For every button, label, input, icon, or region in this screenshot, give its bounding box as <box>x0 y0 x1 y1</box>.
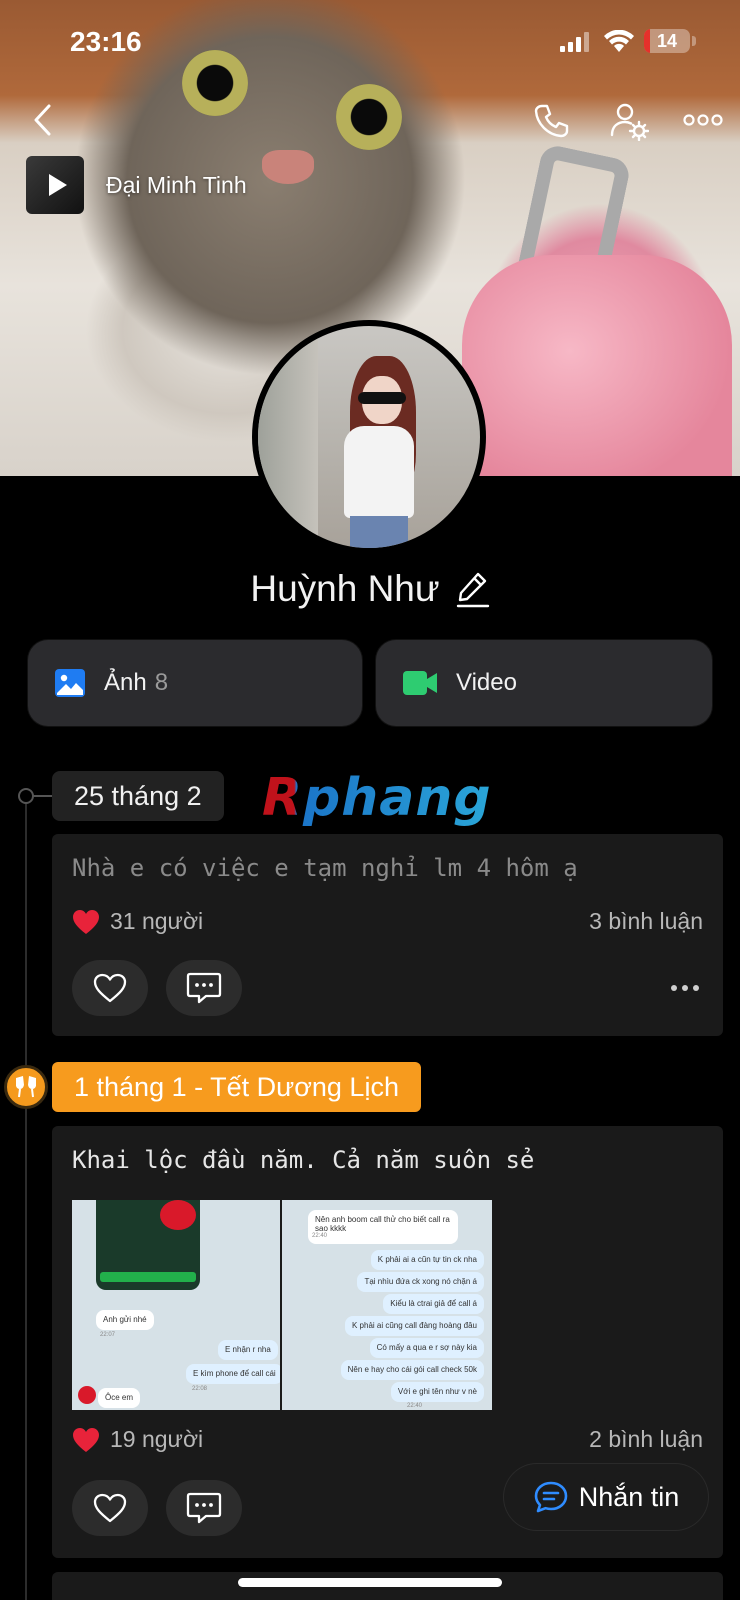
post-photo[interactable]: Nên anh boom call thử cho biết call ra s… <box>282 1200 492 1410</box>
chat-bubble: Anh gửi nhé <box>96 1310 154 1330</box>
post-text: Nhà e có việc e tạm nghỉ lm 4 hôm ạ <box>72 854 578 882</box>
comments-count[interactable]: 3 bình luận <box>589 908 703 935</box>
photos-button[interactable]: Ảnh 8 <box>28 640 362 726</box>
like-button[interactable] <box>72 1480 148 1536</box>
chat-bubble: Có mấy a qua e r sợ này kia <box>369 1338 484 1358</box>
status-time: 23:16 <box>70 26 142 57</box>
home-indicator[interactable] <box>238 1578 502 1587</box>
cover-cat-eye-right <box>336 84 402 150</box>
like-button[interactable] <box>72 960 148 1016</box>
profile-name: Huỳnh Như <box>250 568 440 609</box>
chat-bubble: Nên anh boom call thử cho biết call ra s… <box>308 1210 458 1244</box>
video-camera-icon <box>403 671 437 695</box>
likes-label: 19 người <box>110 1426 204 1452</box>
likes-count[interactable]: 19 người <box>72 1426 203 1453</box>
likes-label: 31 người <box>110 908 204 934</box>
chat-time: 22:07 <box>100 1332 116 1338</box>
post-card[interactable]: Nhà e có việc e tạm nghỉ lm 4 hôm ạ 31 n… <box>52 834 723 1036</box>
wifi-icon <box>604 30 634 52</box>
music-title: Đại Minh Tinh <box>106 171 247 198</box>
avatar-top <box>344 426 414 518</box>
timeline-line <box>25 790 27 1600</box>
comment-button[interactable] <box>166 960 242 1016</box>
chat-bubble: Tại nhìu đứa ck xong nó chặn á <box>357 1272 484 1292</box>
comment-icon <box>186 1492 222 1524</box>
message-button-label: Nhắn tin <box>578 1481 680 1512</box>
battery-icon: 14 <box>644 29 690 53</box>
heart-filled-icon <box>73 1427 99 1452</box>
post-text: Khai lộc đầu năm. Cả năm suôn sẻ <box>72 1146 535 1174</box>
likes-count[interactable]: 31 người <box>72 908 203 935</box>
play-icon <box>48 174 67 196</box>
cover-cat-nose <box>262 150 314 184</box>
post-more-button[interactable] <box>671 985 699 991</box>
chat-bubble: Với e ghi tên như v nè <box>390 1382 484 1402</box>
chat-bubble: Kiểu là ctrai giả để call á <box>383 1294 484 1314</box>
photos-count: 8 <box>154 669 169 696</box>
signal-icon <box>560 32 590 52</box>
watermark-logo: Rphang <box>262 768 492 828</box>
avatar[interactable] <box>252 320 486 554</box>
cheers-icon <box>4 1065 48 1109</box>
chevron-left-icon <box>34 104 51 136</box>
red-avatar <box>78 1386 96 1404</box>
event-chip: 1 tháng 1 - Tết Dương Lịch <box>52 1062 421 1112</box>
chat-time: 22:40 <box>406 1403 422 1409</box>
avatar-jeans <box>350 516 408 548</box>
message-button[interactable]: Nhắn tin <box>504 1464 708 1530</box>
profile-music[interactable]: Đại Minh Tinh <box>26 156 247 214</box>
call-button[interactable] <box>528 98 574 144</box>
avatar-sunglasses <box>358 392 406 404</box>
pencil-icon[interactable] <box>456 570 490 608</box>
comment-icon <box>186 972 222 1004</box>
photos-label: Ảnh <box>104 669 147 696</box>
profile-settings-button[interactable] <box>606 98 652 144</box>
chat-bubble-icon <box>534 1481 568 1513</box>
status-bar: 23:16 14 <box>0 0 740 84</box>
post-date-chip: 25 tháng 2 <box>52 771 224 821</box>
chat-bubble: E kìm phone để call cái <box>186 1364 280 1384</box>
back-button[interactable] <box>20 98 64 142</box>
videos-label: Video <box>456 669 517 696</box>
more-horizontal-icon <box>683 114 723 126</box>
chat-bubble: Nên e hay cho cái gói call check 50k <box>340 1360 484 1380</box>
more-options-button[interactable] <box>680 100 726 140</box>
chat-time: 22:40 <box>312 1233 328 1239</box>
videos-button[interactable]: Video <box>376 640 712 726</box>
battery-level: 14 <box>656 31 678 51</box>
cover-suitcase <box>462 255 732 476</box>
comment-button[interactable] <box>166 1480 242 1536</box>
chat-bubble: E nhận r nha <box>218 1340 278 1360</box>
heart-outline-icon <box>93 973 127 1003</box>
timeline-connector <box>32 795 52 797</box>
music-thumbnail[interactable] <box>26 156 84 214</box>
avatar-background <box>258 326 318 548</box>
chat-bubble: K phải ai cũng call đàng hoàng đâu <box>345 1316 484 1336</box>
post-stats: 19 người 2 bình luận <box>72 1426 703 1453</box>
chat-bubble: Ôce em <box>98 1388 141 1408</box>
battery-cap <box>692 36 696 46</box>
user-gear-icon <box>610 103 649 141</box>
profile-name-row: Huỳnh Như <box>0 568 740 610</box>
image-icon <box>55 669 85 697</box>
heart-filled-icon <box>73 909 99 934</box>
post-stats: 31 người 3 bình luận <box>72 908 703 935</box>
post-photo[interactable]: Anh gửi nhé 22:07 E nhận r nha E kìm pho… <box>72 1200 280 1410</box>
phone-icon <box>534 104 569 138</box>
heart-outline-icon <box>93 1493 127 1523</box>
chat-bubble: K phải ai a cũn tự tin ck nha <box>370 1250 484 1270</box>
chat-time: 22:08 <box>192 1386 208 1392</box>
photo-phone-screen <box>96 1200 200 1290</box>
comments-count[interactable]: 2 bình luận <box>589 1426 703 1453</box>
